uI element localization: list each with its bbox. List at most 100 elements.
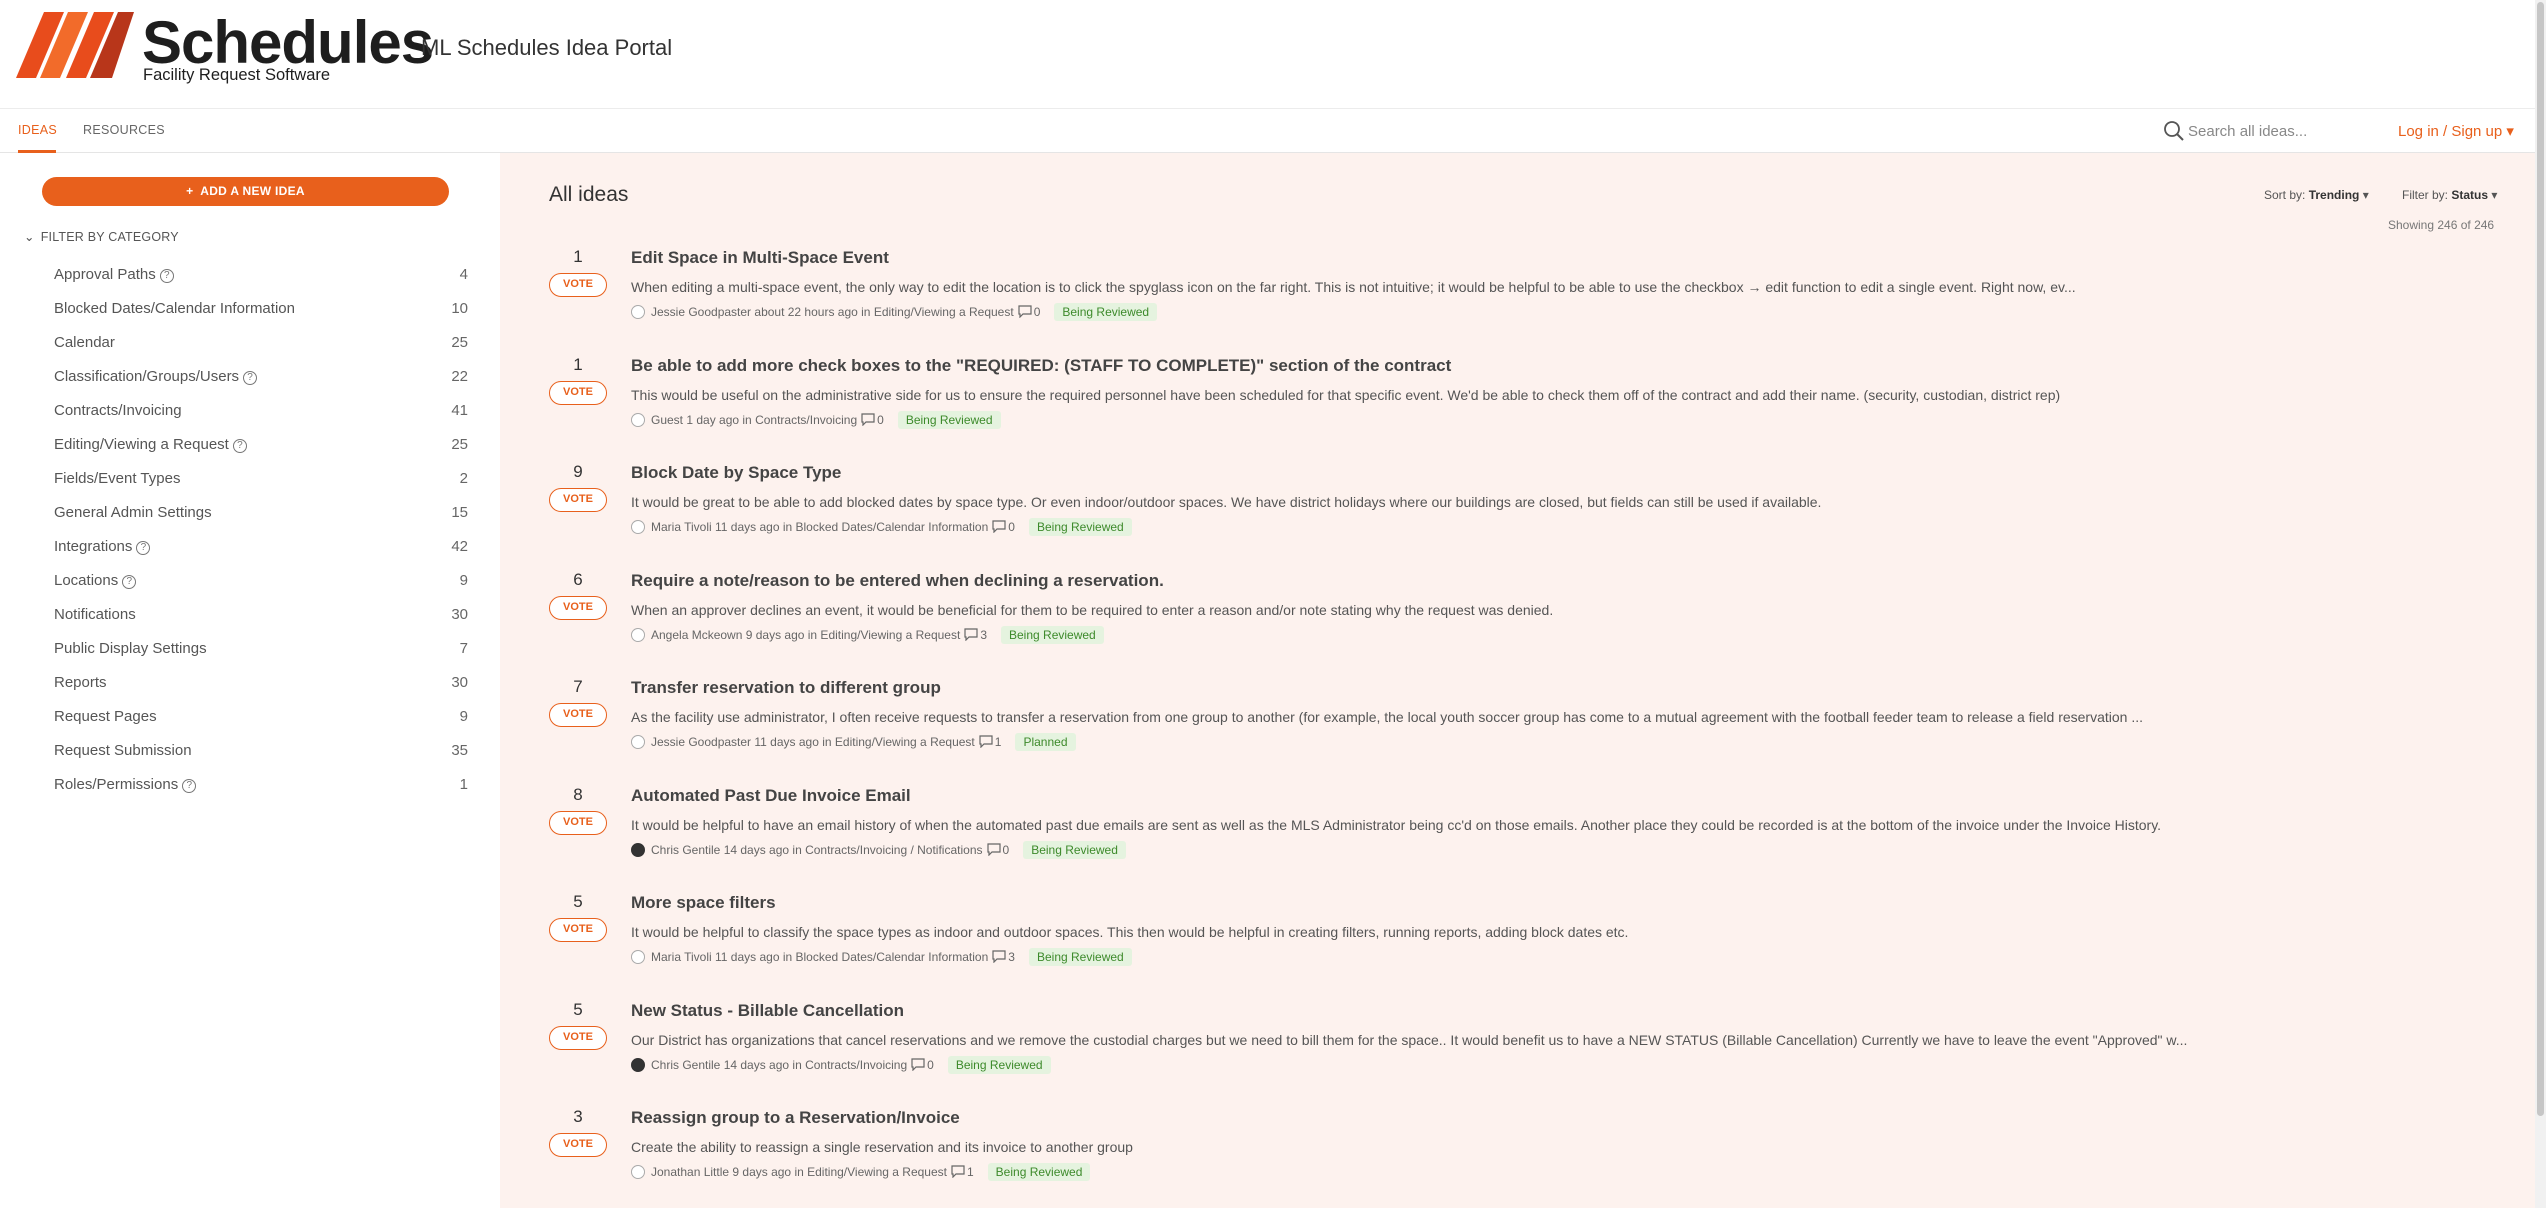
comment-count[interactable]: 1 bbox=[995, 735, 1002, 749]
avatar bbox=[631, 950, 645, 964]
category-item[interactable]: Calendar 25 bbox=[54, 334, 468, 358]
vote-button[interactable]: VOTE bbox=[549, 273, 607, 297]
vote-button[interactable]: VOTE bbox=[549, 1025, 607, 1050]
help-icon[interactable]: ? bbox=[136, 541, 151, 555]
vote-count: 1 bbox=[573, 247, 583, 266]
idea-description: When editing a multi-space event, the on… bbox=[631, 279, 2076, 295]
category-item[interactable]: Contracts/Invoicing 41 bbox=[54, 402, 468, 426]
search-input[interactable] bbox=[2188, 119, 2378, 143]
category-label: Request Pages bbox=[54, 708, 157, 725]
category-count: 30 bbox=[451, 606, 468, 623]
category-count: 41 bbox=[451, 402, 468, 419]
category-item[interactable]: Integrations? 42 bbox=[54, 538, 468, 562]
comment-count[interactable]: 0 bbox=[1008, 520, 1015, 534]
category-item[interactable]: Request Pages 9 bbox=[54, 708, 468, 732]
login-signup-link[interactable]: Log in / Sign up ▾ bbox=[2398, 122, 2514, 140]
comment-count[interactable]: 3 bbox=[980, 628, 987, 642]
help-icon[interactable]: ? bbox=[182, 779, 197, 793]
idea-title-link[interactable]: Require a note/reason to be entered when… bbox=[631, 571, 1164, 591]
vote-count: 1 bbox=[573, 354, 583, 374]
category-item[interactable]: Locations? 9 bbox=[54, 572, 468, 596]
idea-description: Our District has organizations that canc… bbox=[631, 1031, 2188, 1048]
vote-count: 6 bbox=[573, 569, 583, 589]
filter-by-category-toggle[interactable]: ⌄ FILTER BY CATEGORY bbox=[24, 229, 179, 244]
comment-icon bbox=[861, 412, 875, 426]
status-badge: Being Reviewed bbox=[1001, 625, 1104, 644]
idea-item: 6 VOTE Require a note/reason to be entered… bbox=[549, 570, 2509, 670]
idea-title-link[interactable]: Be able to add more check boxes to the "… bbox=[631, 356, 1451, 376]
idea-title-link[interactable]: Transfer reservation to different group bbox=[631, 678, 941, 698]
vote-button[interactable]: VOTE bbox=[549, 1133, 607, 1157]
filter-value: Status bbox=[2451, 188, 2489, 202]
category-item[interactable]: Reports 30 bbox=[54, 674, 468, 698]
comment-count[interactable]: 0 bbox=[927, 1058, 934, 1072]
tab-resources[interactable]: RESOURCES bbox=[83, 123, 165, 137]
idea-title-link[interactable]: Automated Past Due Invoice Email bbox=[631, 786, 911, 806]
vote-button[interactable]: VOTE bbox=[549, 918, 607, 942]
idea-meta: Maria Tivoli 11 days ago in Blocked Date… bbox=[631, 518, 1132, 536]
vote-button[interactable]: VOTE bbox=[549, 595, 607, 620]
idea-author-meta: Angela Mckeown 9 days ago in Editing/Vie… bbox=[651, 627, 961, 642]
vote-button[interactable]: VOTE bbox=[549, 703, 607, 727]
help-icon[interactable]: ? bbox=[122, 575, 137, 589]
search-icon[interactable] bbox=[2163, 120, 2185, 142]
comment-count[interactable]: 0 bbox=[1003, 843, 1010, 857]
idea-title-link[interactable]: Edit Space in Multi-Space Event bbox=[631, 248, 889, 268]
help-icon[interactable]: ? bbox=[159, 269, 174, 283]
idea-title-link[interactable]: More space filters bbox=[631, 893, 776, 913]
category-item[interactable]: Editing/Viewing a Request? 25 bbox=[54, 436, 468, 460]
category-item[interactable]: Public Display Settings 7 bbox=[54, 640, 468, 664]
category-label: Approval Paths bbox=[54, 266, 156, 283]
idea-title-link[interactable]: New Status - Billable Cancellation bbox=[631, 1001, 904, 1021]
ml-schedules-logo[interactable]: Schedules Facility Request Software bbox=[16, 9, 434, 88]
scrollbar-thumb[interactable] bbox=[2537, 2, 2544, 1116]
vote-button[interactable]: VOTE bbox=[549, 380, 607, 405]
idea-author-meta: Maria Tivoli 11 days ago in Blocked Date… bbox=[651, 520, 989, 534]
comment-icon bbox=[979, 735, 993, 748]
idea-item: 1 VOTE Be able to add more check boxes to … bbox=[549, 355, 2509, 455]
idea-author-meta: Guest 1 day ago in Contracts/Invoicing bbox=[651, 412, 858, 427]
category-item[interactable]: General Admin Settings 15 bbox=[54, 504, 468, 528]
status-filter-dropdown[interactable]: Filter by: Status ▾ bbox=[2402, 188, 2497, 202]
help-icon[interactable]: ? bbox=[243, 371, 258, 385]
category-item[interactable]: Blocked Dates/Calendar Information 10 bbox=[54, 300, 468, 324]
idea-title-link[interactable]: Reassign group to a Reservation/Invoice bbox=[631, 1108, 960, 1128]
add-new-idea-button[interactable]: + ADD A NEW IDEA bbox=[42, 177, 449, 206]
idea-title-link[interactable]: Block Date by Space Type bbox=[631, 463, 841, 483]
sort-dropdown[interactable]: Sort by: Trending ▾ bbox=[2264, 188, 2369, 202]
category-count: 42 bbox=[451, 538, 468, 555]
idea-item: 5 VOTE More space filters It would be helpf… bbox=[549, 892, 2509, 992]
category-item[interactable]: Approval Paths? 4 bbox=[54, 266, 468, 290]
category-label: Fields/Event Types bbox=[54, 470, 181, 487]
status-badge: Being Reviewed bbox=[1028, 518, 1132, 536]
page-title: All ideas bbox=[549, 183, 629, 206]
category-count: 15 bbox=[451, 504, 468, 521]
category-item[interactable]: Request Submission 35 bbox=[54, 742, 468, 766]
idea-author-meta: Chris Gentile 14 days ago in Contracts/I… bbox=[651, 842, 983, 857]
category-item[interactable]: Roles/Permissions? 1 bbox=[54, 776, 468, 800]
tab-ideas[interactable]: IDEAS bbox=[18, 123, 57, 137]
comment-count[interactable]: 0 bbox=[877, 413, 884, 427]
category-label: Calendar bbox=[54, 334, 115, 351]
idea-description: As the facility use administrator, I oft… bbox=[631, 709, 2144, 725]
vote-button[interactable]: VOTE bbox=[549, 810, 607, 835]
comment-count[interactable]: 1 bbox=[967, 1165, 974, 1179]
category-item[interactable]: Classification/Groups/Users? 22 bbox=[54, 368, 468, 392]
category-item[interactable]: Notifications 30 bbox=[54, 606, 468, 630]
avatar bbox=[631, 305, 645, 319]
idea-meta: Angela Mckeown 9 days ago in Editing/Vie… bbox=[631, 625, 1104, 644]
idea-meta: Jonathan Little 9 days ago in Editing/Vi… bbox=[631, 1163, 1091, 1181]
category-label: Roles/Permissions bbox=[54, 776, 179, 793]
category-label: Blocked Dates/Calendar Information bbox=[54, 300, 295, 317]
comment-count[interactable]: 3 bbox=[1008, 950, 1015, 964]
idea-description: It would be helpful to classify the spac… bbox=[631, 924, 1629, 940]
comment-count[interactable]: 0 bbox=[1034, 305, 1041, 319]
vote-button[interactable]: VOTE bbox=[549, 488, 607, 512]
sort-label: Sort by: bbox=[2264, 188, 2306, 202]
category-count: 9 bbox=[459, 708, 468, 725]
comment-icon bbox=[986, 842, 1001, 856]
category-item[interactable]: Fields/Event Types 2 bbox=[54, 470, 468, 494]
filter-heading: FILTER BY CATEGORY bbox=[40, 230, 179, 244]
help-icon[interactable]: ? bbox=[232, 439, 247, 453]
main-content: All ideas Sort by: Trending ▾ Filter by:… bbox=[500, 153, 2535, 1208]
